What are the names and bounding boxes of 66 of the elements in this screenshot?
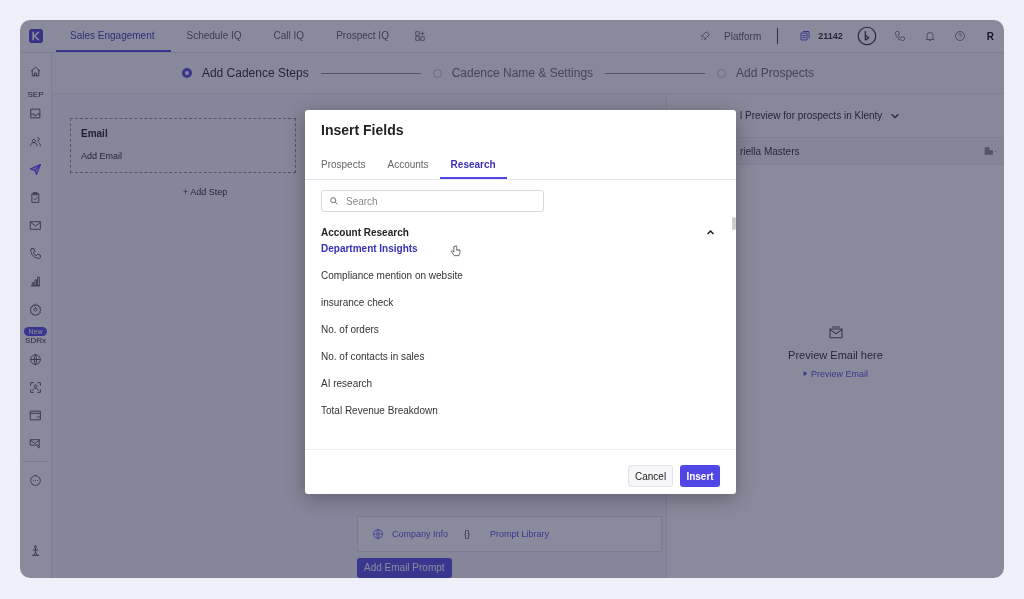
add-step-link[interactable]: + Add Step bbox=[183, 187, 228, 197]
dialog-tab[interactable]: Research bbox=[439, 159, 507, 179]
play-icon bbox=[803, 371, 808, 376]
field-item[interactable]: Department Insights bbox=[321, 243, 418, 254]
field-item[interactable]: No. of contacts in sales bbox=[321, 351, 425, 362]
globe-icon[interactable] bbox=[29, 353, 42, 366]
bell-icon[interactable] bbox=[923, 30, 936, 42]
dialog-tab[interactable]: Accounts bbox=[376, 159, 440, 179]
step-label[interactable]: Add Prospects bbox=[736, 66, 815, 80]
nav-tab[interactable]: Schedule IQ bbox=[170, 20, 258, 52]
step-subtitle: Add Email bbox=[81, 151, 123, 161]
add-email-prompt-button[interactable]: Add Email Prompt bbox=[357, 558, 452, 578]
hand-cursor-icon bbox=[451, 245, 461, 257]
scrollbar-thumb[interactable] bbox=[732, 217, 736, 230]
phone-icon[interactable] bbox=[893, 30, 906, 42]
step-title: Email bbox=[81, 128, 108, 139]
globe-icon bbox=[372, 528, 384, 540]
nav-tab[interactable]: Prospect IQ bbox=[320, 20, 405, 52]
home-icon[interactable] bbox=[29, 65, 42, 78]
dialog-tab[interactable]: Prospects bbox=[310, 159, 377, 179]
dots-circle-icon[interactable] bbox=[29, 474, 42, 487]
help-icon[interactable] bbox=[953, 30, 966, 42]
prompt-library-link[interactable]: Prompt Library bbox=[490, 529, 550, 539]
field-item[interactable]: insurance check bbox=[321, 297, 394, 308]
send-icon[interactable] bbox=[29, 163, 42, 176]
search-field[interactable]: Search bbox=[321, 190, 544, 212]
field-item[interactable]: Total Revenue Breakdown bbox=[321, 405, 438, 416]
mail-icon[interactable] bbox=[29, 219, 42, 232]
step-label[interactable]: Add Cadence Steps bbox=[201, 66, 309, 80]
prospect-name[interactable]: riella Masters bbox=[740, 145, 800, 157]
email-step-card[interactable]: Email Add Email bbox=[70, 118, 296, 173]
caret-icon[interactable] bbox=[706, 228, 715, 237]
dialog-title: Insert Fields bbox=[320, 121, 405, 138]
section-label: SEP bbox=[27, 90, 44, 99]
nav-tab[interactable]: Call IQ bbox=[257, 20, 321, 52]
insert-button[interactable]: Insert bbox=[680, 465, 720, 487]
field-item[interactable]: Compliance mention on website bbox=[321, 270, 463, 281]
section-title: Account Research bbox=[321, 227, 409, 238]
section-label: SDRx bbox=[25, 336, 46, 345]
credits-icon bbox=[799, 30, 812, 42]
inbox-icon[interactable] bbox=[29, 107, 42, 120]
step-label[interactable]: Cadence Name & Settings bbox=[451, 66, 594, 80]
gear-icon[interactable] bbox=[29, 303, 42, 316]
field-item[interactable]: No. of orders bbox=[321, 324, 379, 335]
credits-count: 21142 bbox=[818, 31, 843, 41]
empty-preview-title: Preview Email here bbox=[788, 348, 883, 361]
clipboard-icon[interactable] bbox=[29, 191, 42, 204]
braces-button[interactable]: {} bbox=[464, 529, 471, 539]
bar-chart-icon[interactable] bbox=[29, 275, 42, 288]
building-icon[interactable] bbox=[984, 146, 996, 156]
cancel-button[interactable]: Cancel bbox=[628, 465, 673, 487]
people-icon[interactable] bbox=[29, 135, 42, 148]
logo-icon bbox=[29, 28, 43, 44]
preview-email-link[interactable]: Preview Email bbox=[803, 368, 868, 379]
user-initial[interactable]: R bbox=[986, 30, 994, 42]
mail-gear-icon[interactable] bbox=[29, 437, 42, 450]
apps-grid-icon[interactable] bbox=[414, 31, 425, 41]
company-info-link[interactable]: Company Info bbox=[392, 529, 449, 539]
phone-icon[interactable] bbox=[29, 247, 42, 260]
b-circle-icon[interactable] bbox=[856, 26, 877, 46]
platform-link[interactable]: Platform bbox=[724, 30, 762, 42]
scan-person-icon[interactable] bbox=[29, 381, 42, 394]
browser-icon[interactable] bbox=[29, 409, 42, 422]
field-item[interactable]: AI research bbox=[321, 378, 373, 389]
search-icon bbox=[329, 196, 339, 206]
mail-icon bbox=[827, 324, 844, 341]
